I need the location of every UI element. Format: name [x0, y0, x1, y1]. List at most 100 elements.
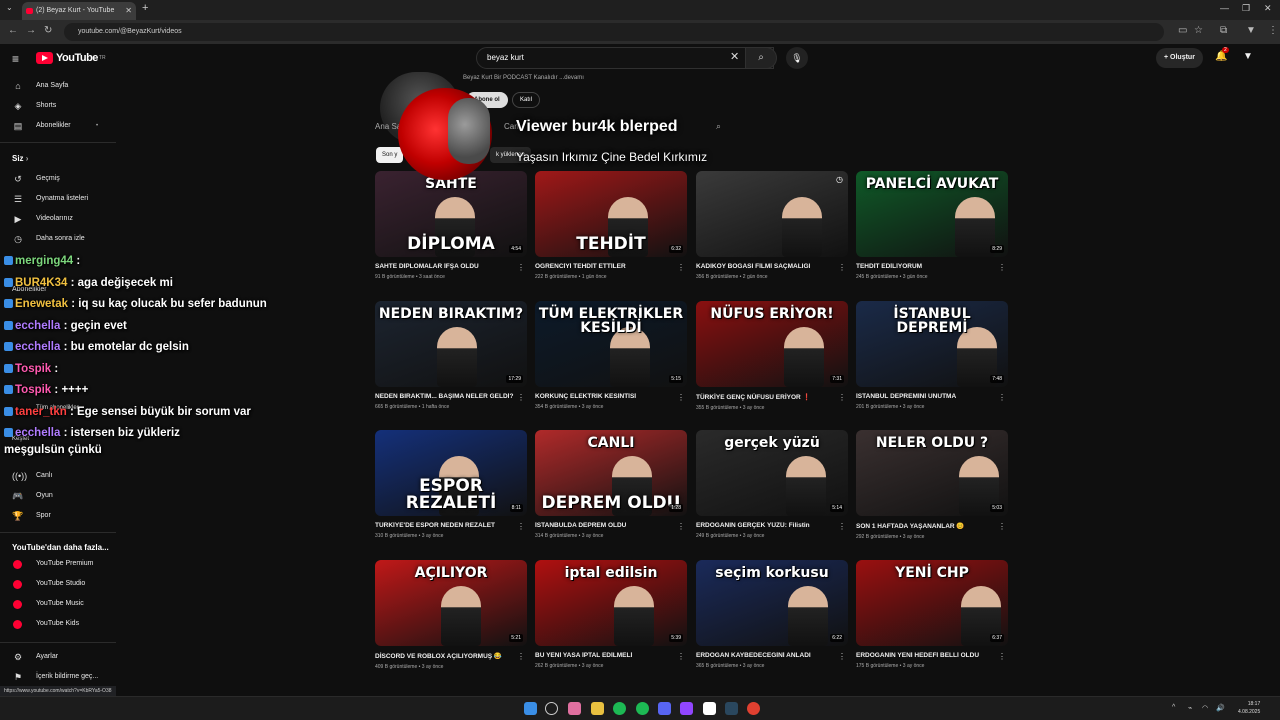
sidebar-item-shorts[interactable]: ◈ Shorts	[0, 96, 116, 116]
video-card[interactable]: YENİ CHP 6:37 ERDOĞANIN YENİ HEDEFİ BELLİ …	[856, 560, 1008, 669]
video-card[interactable]: SAHTE DİPLOMA 4:54 SAHTE DİPLOMALAR İFŞA OL…	[375, 171, 527, 280]
sidebar-item-settings[interactable]: ⚙ Ayarlar	[0, 647, 116, 667]
video-title[interactable]: TÜRKİYE'DE ESPOR NEDEN REZALET	[375, 522, 515, 529]
profile-icon[interactable]: ▼	[1246, 25, 1256, 36]
sidebar-item-home[interactable]: ⌂ Ana Sayfa	[0, 76, 116, 96]
new-tab-icon[interactable]: +	[142, 2, 148, 14]
sidebar-item-live[interactable]: ((•)) Canlı	[0, 466, 116, 486]
video-thumbnail[interactable]: YENİ CHP 6:37	[856, 560, 1008, 646]
video-card[interactable]: PANELCİ AVUKAT 8:29 TEHDİT EDİLİYORUM 245 B…	[856, 171, 1008, 280]
video-card[interactable]: ◷ KADIKÖY BOĞASI FİLMİ SAÇMALIĞI 356 B gör…	[696, 171, 848, 280]
channel-description[interactable]: Beyaz Kurt Bir PODCAST Kanalıdır ...deva…	[463, 75, 584, 81]
sidebar-item-music[interactable]: YouTube Music	[0, 594, 116, 614]
video-card[interactable]: gerçek yüzü 5:14 ERDOĞANIN GERÇEK YÜZÜ: Fi…	[696, 430, 848, 539]
notion-icon[interactable]	[703, 702, 716, 715]
reload-icon[interactable]: ↻	[44, 25, 52, 36]
video-thumbnail[interactable]: TEHDİT 6:32	[535, 171, 687, 257]
sidebar-item-gaming[interactable]: 🎮 Oyun	[0, 486, 116, 506]
video-title[interactable]: ÖĞRENCİYİ TEHDİT ETTİLER	[535, 263, 675, 270]
close-window-icon[interactable]: ✕	[1264, 3, 1272, 14]
video-menu-icon[interactable]: ⋮	[998, 522, 1006, 531]
video-thumbnail[interactable]: seçim korkusu 6:22	[696, 560, 848, 646]
video-thumbnail[interactable]: SAHTE DİPLOMA 4:54	[375, 171, 527, 257]
video-menu-icon[interactable]: ⋮	[517, 652, 525, 661]
sidebar-item-studio[interactable]: YouTube Studio	[0, 574, 116, 594]
discord-icon[interactable]	[658, 702, 671, 715]
music-app-icon[interactable]	[636, 702, 649, 715]
clear-search-icon[interactable]: ✕	[730, 50, 739, 63]
volume-icon[interactable]: 🔊	[1216, 704, 1225, 712]
video-menu-icon[interactable]: ⋮	[677, 393, 685, 402]
video-thumbnail[interactable]: ESPOR REZALETİ 8:11	[375, 430, 527, 516]
video-title[interactable]: ERDOĞAN KAYBEDECEĞİNİ ANLADI	[696, 652, 836, 659]
twitch-icon[interactable]	[680, 702, 693, 715]
video-thumbnail[interactable]: iptal edilsin 5:39	[535, 560, 687, 646]
sidebar-item-premium[interactable]: YouTube Premium	[0, 554, 116, 574]
video-title[interactable]: BU YENİ YASA İPTAL EDİLMELİ	[535, 652, 675, 659]
video-menu-icon[interactable]: ⋮	[998, 393, 1006, 402]
video-menu-icon[interactable]: ⋮	[838, 263, 846, 272]
video-card[interactable]: iptal edilsin 5:39 BU YENİ YASA İPTAL EDİL…	[535, 560, 687, 669]
video-card[interactable]: ESPOR REZALETİ 8:11 TÜRKİYE'DE ESPOR NEDEN…	[375, 430, 527, 539]
channel-search-icon[interactable]: ⌕	[716, 121, 721, 132]
video-title[interactable]: SON 1 HAFTADA YAŞANANLAR 😊	[856, 522, 996, 530]
account-avatar[interactable]: ▼	[1243, 51, 1253, 62]
sidebar-item-sports[interactable]: 🏆 Spor	[0, 506, 116, 526]
file-explorer-icon[interactable]	[591, 702, 604, 715]
create-button[interactable]: + Oluştur	[1156, 48, 1203, 68]
video-title[interactable]: ERDOĞANIN YENİ HEDEFİ BELLİ OLDU	[856, 652, 996, 659]
menu-icon[interactable]: ≡	[12, 52, 19, 66]
sidebar-item-subscriptions[interactable]: ▤ Abonelikler •	[0, 116, 116, 136]
video-card[interactable]: TÜM ELEKTRİKLER KESİLDİ 5:15 KORKUNÇ ELEKT…	[535, 301, 687, 410]
video-title[interactable]: ERDOĞANIN GERÇEK YÜZÜ: Filistin	[696, 522, 836, 529]
video-card[interactable]: seçim korkusu 6:22 ERDOĞAN KAYBEDECEĞİNİ A…	[696, 560, 848, 669]
extensions-icon[interactable]: ⧉	[1220, 25, 1227, 36]
browser-menu-icon[interactable]: ⋮	[1268, 25, 1278, 36]
widgets-icon[interactable]	[568, 702, 581, 715]
video-title[interactable]: KORKUNÇ ELEKTRİK KESİNTİSİ	[535, 393, 675, 400]
video-title[interactable]: KADIKÖY BOĞASI FİLMİ SAÇMALIĞI	[696, 263, 836, 270]
video-menu-icon[interactable]: ⋮	[517, 393, 525, 402]
tray-chevron-icon[interactable]: ^	[1172, 704, 1175, 711]
video-thumbnail[interactable]: TÜM ELEKTRİKLER KESİLDİ 5:15	[535, 301, 687, 387]
spotify-icon[interactable]	[613, 702, 626, 715]
video-thumbnail[interactable]: gerçek yüzü 5:14	[696, 430, 848, 516]
video-card[interactable]: NEDEN BIRAKTIM? 17:29 NEDEN BIRAKTIM... BA…	[375, 301, 527, 410]
video-card[interactable]: TEHDİT 6:32 ÖĞRENCİYİ TEHDİT ETTİLER 222 B …	[535, 171, 687, 280]
video-card[interactable]: NÜFUS ERİYOR! 7:31 TÜRKİYE GENÇ NÜFUSU ERİ…	[696, 301, 848, 411]
video-card[interactable]: AÇILIYOR 5:21 DİSCORD VE ROBLOX AÇILIYORMU…	[375, 560, 527, 670]
join-button[interactable]: Katıl	[512, 92, 541, 108]
video-thumbnail[interactable]: PANELCİ AVUKAT 8:29	[856, 171, 1008, 257]
restore-icon[interactable]: ❐	[1242, 3, 1250, 14]
video-title[interactable]: SAHTE DİPLOMALAR İFŞA OLDU	[375, 263, 515, 270]
video-thumbnail[interactable]: AÇILIYOR 5:21	[375, 560, 527, 646]
forward-icon[interactable]: →	[26, 25, 36, 36]
video-menu-icon[interactable]: ⋮	[677, 652, 685, 661]
video-card[interactable]: İSTANBUL DEPREMİ 7:48 İSTANBUL DEPREMİNİ U…	[856, 301, 1008, 410]
video-menu-icon[interactable]: ⋮	[517, 522, 525, 531]
wifi-icon[interactable]: ◠	[1202, 704, 1208, 712]
sidebar-item-watch-later[interactable]: ◷ Daha sonra izle	[0, 229, 116, 249]
tab-list-icon[interactable]: ⌄	[6, 3, 13, 12]
video-thumbnail[interactable]: NÜFUS ERİYOR! 7:31	[696, 301, 848, 387]
video-menu-icon[interactable]: ⋮	[838, 393, 846, 402]
close-tab-icon[interactable]: ✕	[125, 2, 132, 20]
sidebar-item-your-videos[interactable]: ▶ Videolarınız	[0, 209, 116, 229]
video-menu-icon[interactable]: ⋮	[998, 263, 1006, 272]
video-menu-icon[interactable]: ⋮	[838, 522, 846, 531]
video-thumbnail[interactable]: ◷	[696, 171, 848, 257]
search-button[interactable]: ⌕	[745, 47, 777, 69]
start-icon[interactable]	[524, 702, 537, 715]
video-menu-icon[interactable]: ⋮	[517, 263, 525, 272]
back-icon[interactable]: ←	[8, 25, 18, 36]
video-title[interactable]: TEHDİT EDİLİYORUM	[856, 263, 996, 270]
video-title[interactable]: NEDEN BIRAKTIM... BAŞIMA NELER GELDİ?	[375, 393, 515, 400]
chip-latest[interactable]: Son y	[376, 147, 404, 163]
video-thumbnail[interactable]: NELER OLDU ? 5:03	[856, 430, 1008, 516]
video-card[interactable]: CANLI DEPREM OLDU 1:28 İSTANBULDA DEPREM OL…	[535, 430, 687, 539]
video-title[interactable]: İSTANBULDA DEPREM OLDU	[535, 522, 675, 529]
video-title[interactable]: DİSCORD VE ROBLOX AÇILIYORMUŞ 😂	[375, 652, 515, 660]
chrome-icon[interactable]	[747, 702, 760, 715]
video-menu-icon[interactable]: ⋮	[677, 522, 685, 531]
system-clock[interactable]: 18:17 4.08.2025	[1238, 700, 1260, 716]
